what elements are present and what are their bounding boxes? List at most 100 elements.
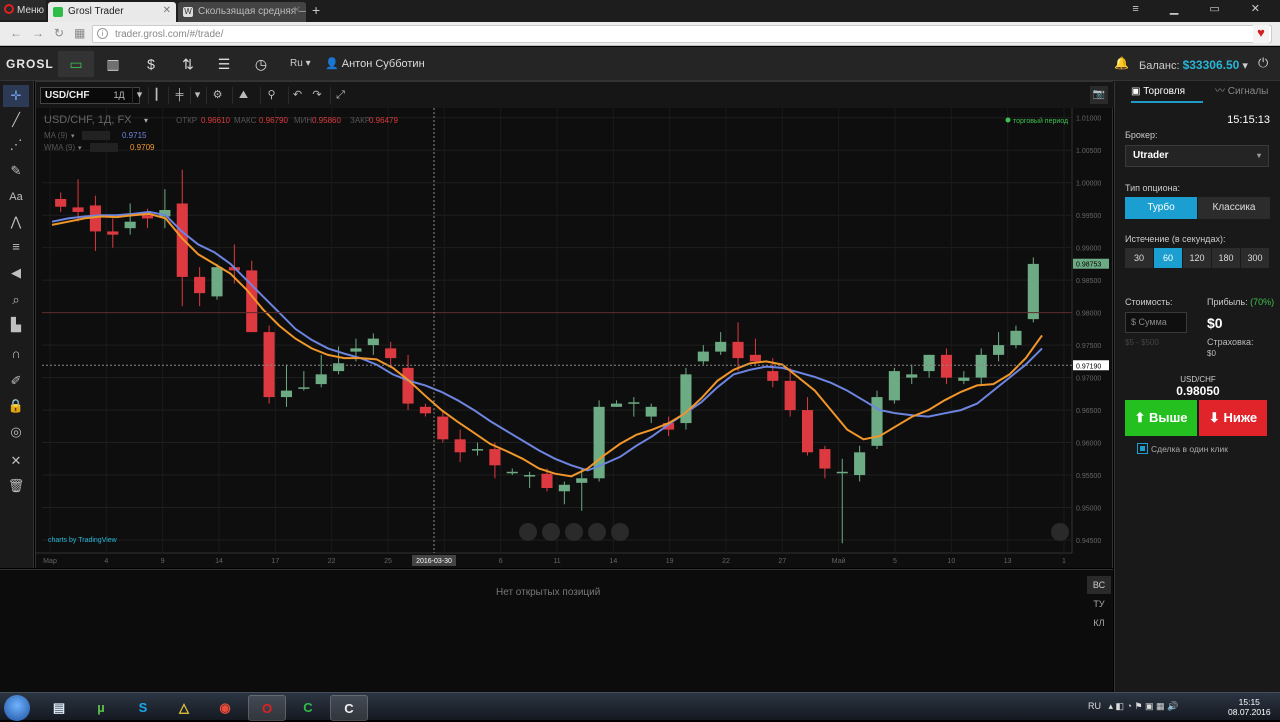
bar-chart-icon[interactable]: ▥	[95, 51, 131, 77]
expiry-30-button[interactable]: 30	[1125, 248, 1153, 268]
wma-legend-controls[interactable]	[90, 143, 118, 152]
broker-select[interactable]: Utrader ▾	[1125, 145, 1269, 167]
tab-all[interactable]: ВС	[1087, 576, 1111, 594]
tradingview-attribution[interactable]: charts by TradingView	[48, 537, 118, 544]
skype-icon[interactable]: S	[124, 695, 162, 721]
tab-signals[interactable]: 〰 Сигналы	[1215, 81, 1275, 103]
speed-dial-icon[interactable]: ▦	[74, 26, 85, 40]
tab-tu[interactable]: ТУ	[1087, 595, 1111, 613]
candle-body	[819, 449, 831, 469]
scroll-right-button[interactable]	[611, 523, 629, 541]
balance-display[interactable]: Баланс: $33306.50 ▾	[1139, 58, 1248, 72]
magnet-tool-icon[interactable]: ∩	[3, 343, 29, 365]
price-chart[interactable]: 1.01000 1.00500 1.00000 0.99500 0.99000 0.985…	[36, 108, 1112, 568]
broker-label: Брокер:	[1125, 130, 1158, 140]
lock-tool-icon[interactable]: 🔒	[3, 395, 29, 417]
chart-type-chevron-icon[interactable]: ▾	[190, 87, 204, 104]
redo-icon[interactable]: ↷	[308, 87, 326, 104]
crosshair-tool-icon[interactable]: ✛	[3, 85, 29, 107]
user-menu[interactable]: 👤 Антон Субботин	[325, 57, 425, 70]
wma-legend-chevron-icon[interactable]: ▾	[78, 145, 82, 152]
opera-menu-button[interactable]: Меню	[0, 0, 46, 20]
interval-select[interactable]: 1Д	[112, 87, 126, 104]
back-arrow-icon[interactable]: ←	[10, 26, 22, 40]
amount-input[interactable]: $ Сумма	[1125, 312, 1187, 333]
candles-type-icon[interactable]: ╪	[168, 87, 190, 104]
expiry-120-button[interactable]: 120	[1183, 248, 1211, 268]
tab-grosl-trader[interactable]: Grosl Trader ✕	[48, 2, 176, 22]
tools-icon[interactable]: ✕	[3, 450, 29, 472]
system-clock[interactable]: 15:15 08.07.2016	[1228, 697, 1271, 717]
expiry-60-button[interactable]: 60	[1154, 248, 1182, 268]
opera-icon[interactable]: O	[248, 695, 286, 721]
sliders-icon[interactable]: ☰	[206, 51, 242, 77]
eye-hide-tool-icon[interactable]: ◎	[3, 421, 29, 443]
text-tool-icon[interactable]: Aa	[3, 186, 29, 208]
camera-snapshot-icon[interactable]: 📷	[1090, 86, 1108, 104]
close-tab-icon[interactable]: ✕	[163, 5, 171, 16]
zoom-in-button[interactable]	[588, 523, 606, 541]
trash-icon[interactable]: 🗑	[3, 475, 29, 497]
language-select[interactable]: Ru ▾	[290, 58, 311, 69]
levels-tool-icon[interactable]: ≡	[3, 236, 29, 258]
settings-gear-icon[interactable]: ⚙	[206, 87, 228, 104]
transfer-arrows-icon[interactable]: ⇅	[170, 51, 206, 77]
camtasia-icon[interactable]: C	[289, 695, 327, 721]
expiry-180-button[interactable]: 180	[1212, 248, 1240, 268]
zoom-out-button[interactable]	[542, 523, 560, 541]
indicators-icon[interactable]: ⛰	[232, 87, 254, 104]
bell-icon[interactable]: 🔔	[1114, 56, 1129, 70]
call-up-button[interactable]: ⬆ Выше	[1125, 400, 1197, 436]
camtasia-recorder-icon[interactable]: C	[330, 695, 368, 721]
monitor-icon[interactable]: ▭	[58, 51, 94, 77]
chart-style-icon[interactable]: ┃	[148, 87, 164, 104]
warning-app-icon[interactable]: △	[165, 695, 203, 721]
undo-icon[interactable]: ↶	[288, 87, 306, 104]
wma-legend-label[interactable]: WMA (9)	[44, 143, 75, 152]
windows-start-button[interactable]	[4, 695, 30, 721]
pattern-tool-icon[interactable]: ⋀	[3, 211, 29, 233]
ma-legend-chevron-icon[interactable]: ▾	[71, 133, 75, 140]
new-tab-button[interactable]: +	[312, 2, 320, 18]
reset-zoom-button[interactable]	[565, 523, 583, 541]
one-click-trade-toggle[interactable]: Сделка в один клик	[1137, 443, 1228, 454]
file-explorer-icon[interactable]: ▤	[40, 695, 78, 721]
bookmark-heart-icon[interactable]: ♥	[1253, 25, 1269, 43]
measure-tool-icon[interactable]: ▙	[3, 314, 29, 336]
put-down-button[interactable]: ⬇ Ниже	[1199, 400, 1267, 436]
site-info-icon[interactable]: i	[97, 28, 108, 39]
utorrent-icon[interactable]: µ	[82, 695, 120, 721]
ma-legend-controls[interactable]	[82, 131, 110, 140]
clock-icon[interactable]: ◷	[243, 51, 279, 77]
scroll-to-end-button[interactable]	[1051, 523, 1069, 541]
chrome-icon[interactable]: ◉	[206, 695, 244, 721]
tab-kl[interactable]: КЛ	[1087, 614, 1111, 632]
compare-icon[interactable]: ⚲	[260, 87, 282, 104]
dollar-icon[interactable]: $	[133, 51, 169, 77]
chart-title-chevron-icon[interactable]: ▾	[144, 116, 148, 125]
url-field[interactable]: i trader.grosl.com/#/trade/ ♥	[92, 25, 1272, 43]
power-icon[interactable]: ⏻	[1258, 55, 1268, 71]
ma-legend-label[interactable]: MA (9)	[44, 131, 68, 140]
trend-line-tool-icon[interactable]: ╱	[3, 109, 29, 131]
window-controls[interactable]: ≡ ▁ ▭ ✕	[1132, 2, 1274, 15]
close-tab-icon[interactable]: ✕	[293, 5, 301, 16]
tab-moving-average[interactable]: W Скользящая средняя — В ✕	[178, 2, 306, 22]
option-turbo-button[interactable]: Турбо	[1125, 197, 1197, 219]
fib-tool-icon[interactable]: ⋰	[3, 134, 29, 156]
open-label: ОТКР	[176, 116, 197, 125]
zoom-tool-icon[interactable]: ⌕	[3, 289, 29, 311]
fullscreen-icon[interactable]: ⤢	[330, 87, 350, 104]
pencil-tool-icon[interactable]: ✐	[3, 370, 29, 392]
scroll-left-button[interactable]	[519, 523, 537, 541]
system-tray[interactable]: RU ▴ ◧ ◔ ⚑ ▣ ▦ 🔊	[1088, 701, 1178, 712]
reload-icon[interactable]: ↻	[54, 26, 64, 40]
forward-arrow-icon[interactable]: →	[32, 26, 44, 40]
option-classic-button[interactable]: Классика	[1198, 197, 1270, 219]
expiry-300-button[interactable]: 300	[1241, 248, 1269, 268]
tab-trading[interactable]: ▣ Торговля	[1131, 81, 1203, 103]
one-click-checkbox[interactable]	[1137, 443, 1148, 454]
interval-chevron-icon[interactable]: ▾	[132, 87, 146, 104]
brush-tool-icon[interactable]: ✎	[3, 160, 29, 182]
arrow-tool-icon[interactable]: ◀	[3, 262, 29, 284]
